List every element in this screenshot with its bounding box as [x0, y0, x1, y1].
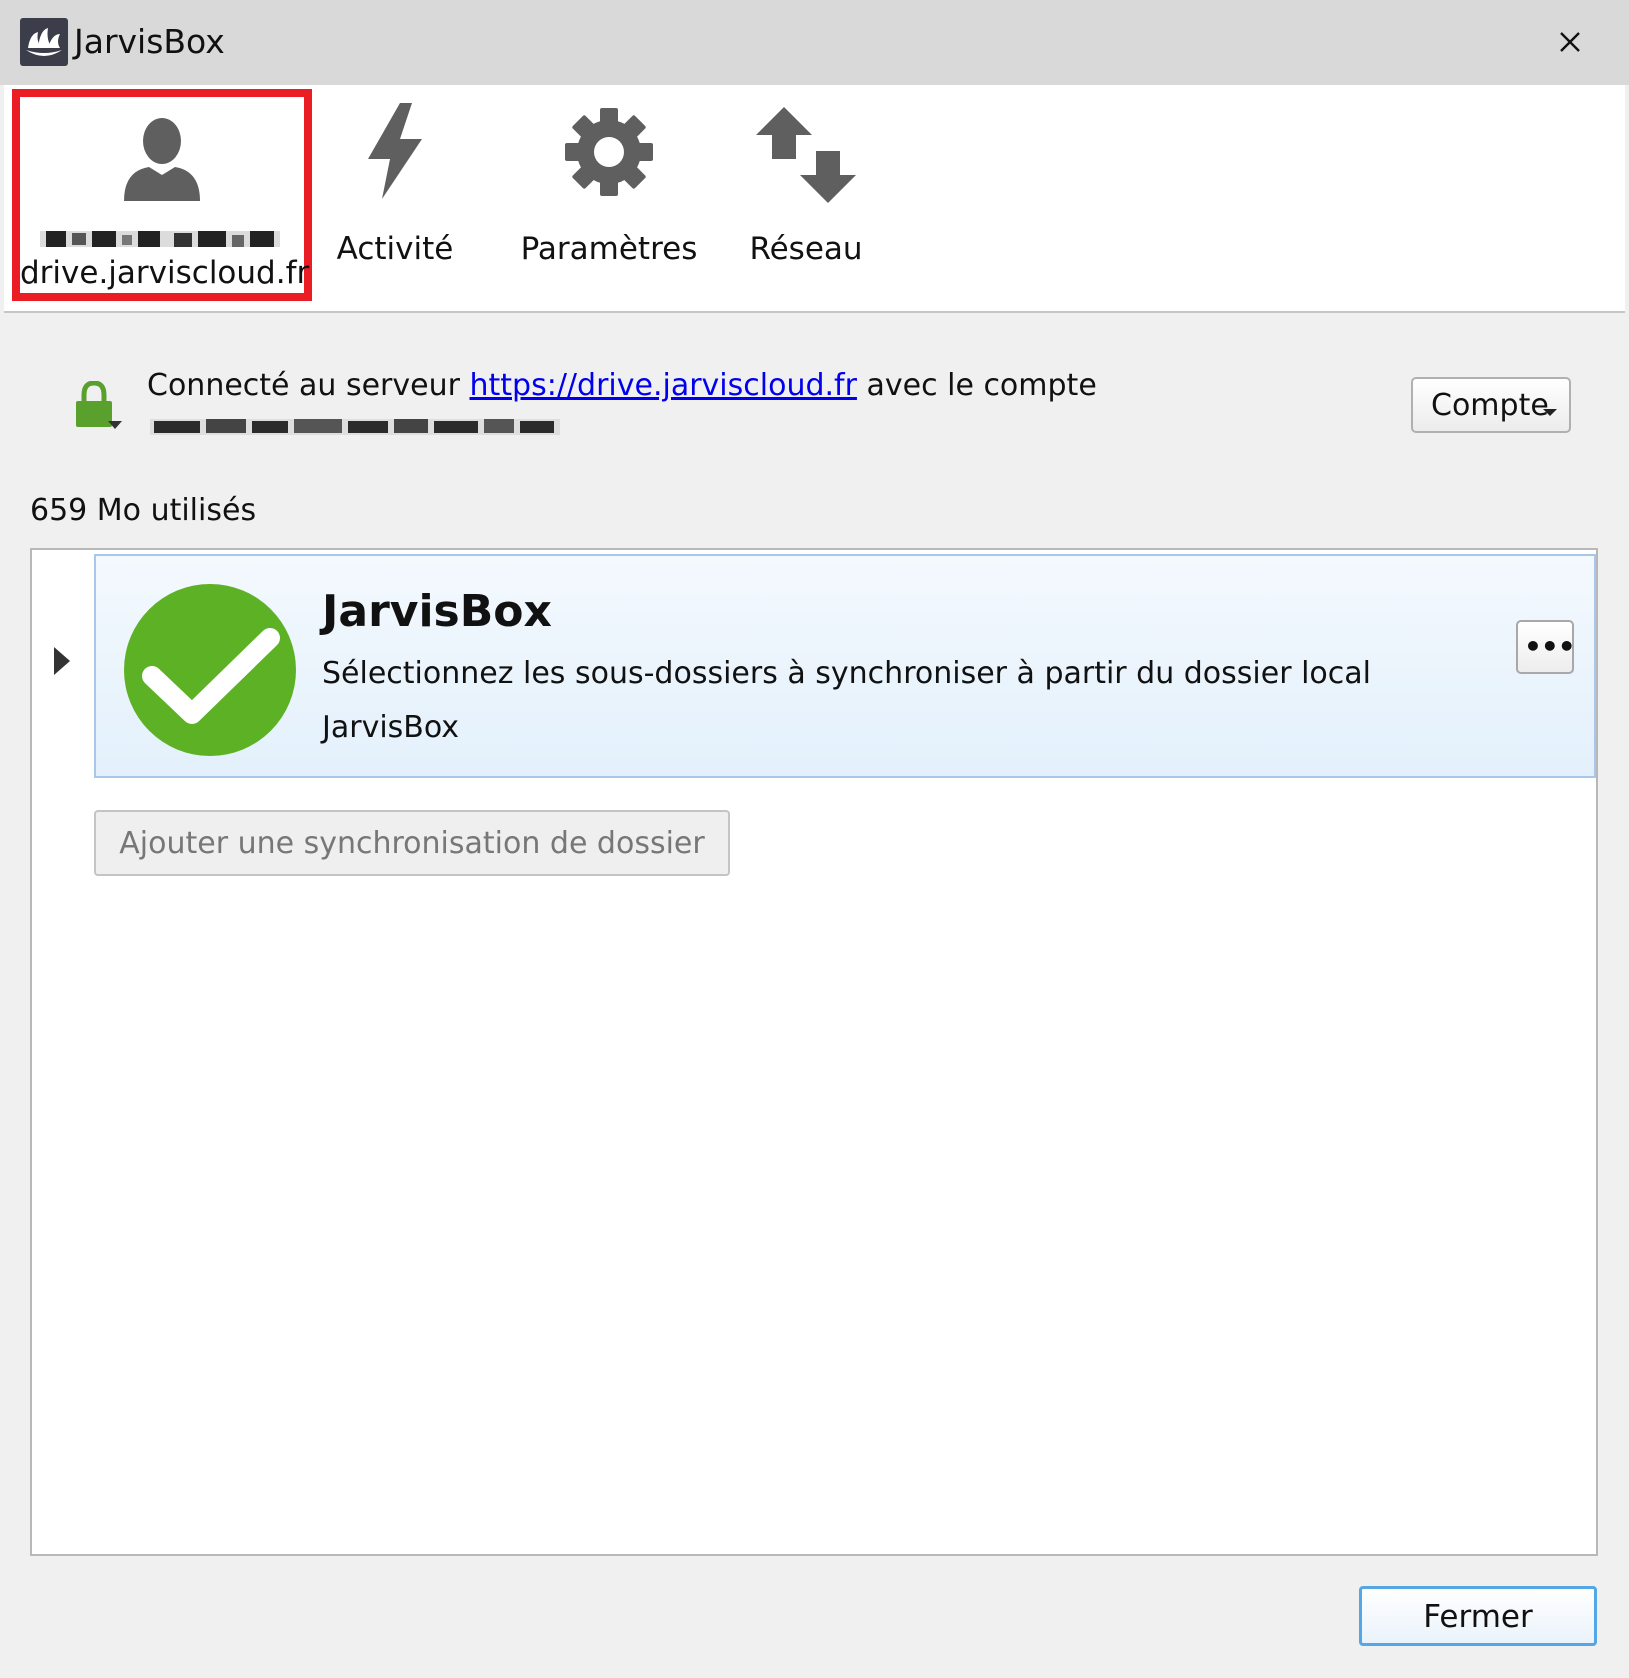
dropdown-caret-icon	[1543, 409, 1557, 416]
toolbar-network-tab[interactable]: Réseau	[739, 85, 873, 305]
status-prefix: Connecté au serveur	[147, 368, 460, 403]
user-icon	[124, 118, 200, 201]
close-dialog-button[interactable]: Fermer	[1359, 1586, 1597, 1646]
toolbar-settings-tab[interactable]: Paramètres	[519, 85, 699, 305]
folder-sync-row[interactable]: JarvisBox Sélectionnez les sous-dossiers…	[94, 554, 1596, 778]
lightning-icon	[368, 103, 422, 199]
folder-name: JarvisBox	[322, 586, 552, 637]
sync-ok-check-icon	[124, 584, 296, 756]
expand-arrow-icon[interactable]	[54, 647, 70, 675]
account-menu-button[interactable]: Compte	[1411, 377, 1571, 433]
account-name-redacted	[40, 231, 280, 247]
toolbar-network-label: Réseau	[749, 231, 863, 267]
folder-description: Sélectionnez les sous-dossiers à synchro…	[322, 656, 1371, 691]
main-toolbar: drive.jarviscloud.fr Activité Paramètres…	[4, 85, 1625, 313]
server-link[interactable]: https://drive.jarviscloud.fr	[470, 368, 857, 403]
gear-icon	[565, 108, 653, 196]
toolbar-activity-tab[interactable]: Activité	[324, 85, 466, 305]
window-title: JarvisBox	[74, 22, 225, 61]
account-menu-label: Compte	[1431, 388, 1549, 423]
toolbar-settings-label: Paramètres	[520, 231, 698, 267]
folder-more-options-button[interactable]: •••	[1516, 620, 1576, 674]
add-folder-sync-button[interactable]: Ajouter une synchronisation de dossier	[94, 810, 730, 876]
connection-status-text: Connecté au serveur https://drive.jarvis…	[147, 368, 1097, 403]
folder-sync-list: JarvisBox Sélectionnez les sous-dossiers…	[30, 548, 1598, 1556]
status-suffix: avec le compte	[866, 368, 1097, 403]
close-icon	[1560, 32, 1580, 52]
close-window-button[interactable]	[1550, 22, 1590, 62]
transfer-arrows-icon	[756, 107, 856, 203]
folder-local-path: JarvisBox	[322, 710, 460, 745]
jarvisbox-window: JarvisBox drive.jarviscloud.fr Activité …	[0, 0, 1629, 1678]
toolbar-activity-label: Activité	[336, 231, 454, 267]
account-email-redacted	[150, 419, 560, 435]
storage-usage-text: 659 Mo utilisés	[30, 493, 257, 528]
toolbar-account-tab[interactable]: drive.jarviscloud.fr	[12, 89, 312, 301]
account-host-label: drive.jarviscloud.fr	[20, 255, 310, 291]
lock-icon[interactable]	[74, 381, 124, 433]
app-logo-icon	[20, 18, 68, 66]
title-bar: JarvisBox	[0, 0, 1629, 85]
